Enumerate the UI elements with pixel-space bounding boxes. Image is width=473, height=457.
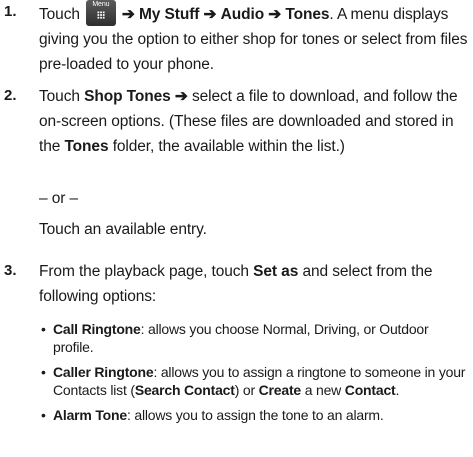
path-my-stuff: My Stuff xyxy=(138,6,200,23)
path-tones: Tones xyxy=(285,6,330,23)
step-description: folder, the available within the list.) xyxy=(112,138,345,155)
option-name: Alarm Tone xyxy=(53,407,127,423)
arrow-icon: ➔ xyxy=(174,88,188,105)
menu-key-label: Menu xyxy=(92,1,110,8)
step-number: 3. xyxy=(4,262,17,279)
option-name: Call Ringtone xyxy=(53,321,141,337)
options-list: Call Ringtone: allows you choose Normal,… xyxy=(39,320,469,431)
step-text: Touch Shop Tones ➔ select a file to down… xyxy=(39,84,469,159)
option-name: Caller Ringtone xyxy=(53,364,154,380)
option-description: ) or xyxy=(234,382,255,398)
touch-word: Touch xyxy=(39,6,80,23)
option-description: a new xyxy=(304,382,342,398)
alternative-text: Touch an available entry. xyxy=(39,221,207,238)
contact-label: Contact xyxy=(344,382,396,398)
option-caller-ringtone: Caller Ringtone: allows you to assign a … xyxy=(39,363,469,399)
option-alarm-tone: Alarm Tone: allows you to assign the ton… xyxy=(39,406,469,424)
step-number: 1. xyxy=(4,3,17,20)
step-number: 2. xyxy=(4,87,17,104)
shop-tones-label: Shop Tones xyxy=(84,88,171,105)
path-audio: Audio xyxy=(220,6,265,23)
or-separator: – or – xyxy=(39,190,79,207)
set-as-label: Set as xyxy=(253,263,299,280)
arrow-icon: ➔ xyxy=(203,6,217,23)
search-contact-label: Search Contact xyxy=(134,382,235,398)
touch-word: Touch xyxy=(39,88,80,105)
option-description: . xyxy=(395,382,400,398)
create-label: Create xyxy=(258,382,302,398)
option-call-ringtone: Call Ringtone: allows you choose Normal,… xyxy=(39,320,469,356)
step-text: Touch Menu ➔ My Stuff ➔ Audio ➔ Tones. A m… xyxy=(39,0,469,77)
arrow-icon: ➔ xyxy=(268,6,282,23)
option-description: : allows you to assign the tone to an al… xyxy=(126,407,384,423)
tones-folder-label: Tones xyxy=(64,138,109,155)
step-text: From the playback page, touch Set as and… xyxy=(39,259,469,309)
menu-key-icon: Menu xyxy=(85,0,116,26)
step-description: From the playback page, touch xyxy=(39,263,249,280)
arrow-icon: ➔ xyxy=(121,6,135,23)
